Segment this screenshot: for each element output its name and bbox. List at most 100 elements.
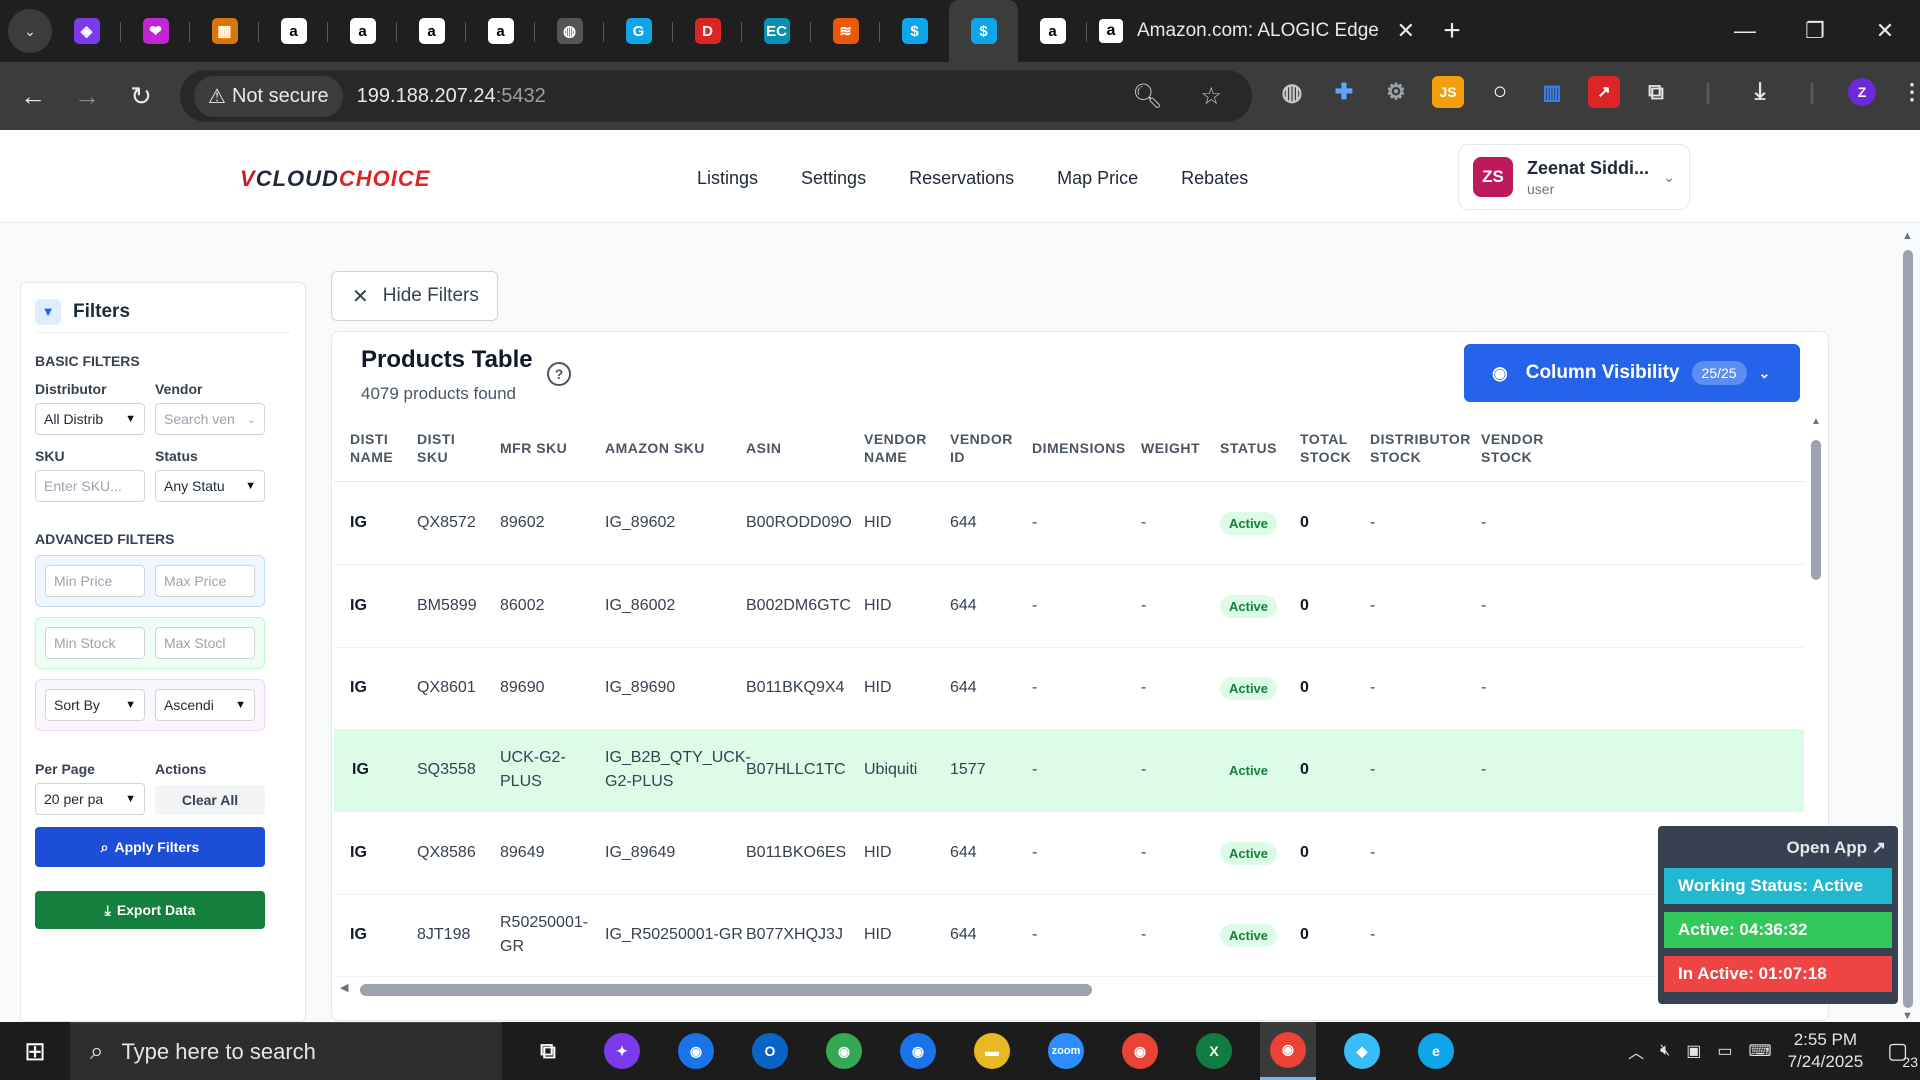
taskbar-app[interactable]: ◆ — [1334, 1022, 1390, 1080]
pinned-tab[interactable]: ▦ — [190, 0, 259, 62]
battery-icon[interactable]: ▭ — [1717, 1041, 1732, 1061]
column-header[interactable]: AMAZON SKU — [605, 439, 705, 457]
scroll-left-icon[interactable]: ◀ — [340, 981, 348, 994]
taskbar-clock[interactable]: 2:55 PM 7/24/2025 — [1788, 1029, 1864, 1073]
chevron-up-icon[interactable]: ︿ — [1628, 1039, 1644, 1063]
globe-extension-icon[interactable]: ◍ — [1276, 76, 1308, 108]
scrollbar-thumb[interactable] — [1903, 250, 1913, 1008]
page-scrollbar[interactable]: ▲ ▼ — [1898, 230, 1918, 1022]
column-header[interactable]: WEIGHT — [1141, 439, 1200, 457]
puzzle-plus-extension-icon[interactable]: ✚ — [1328, 76, 1360, 108]
column-header[interactable]: DISTI NAME — [350, 430, 393, 466]
arrow-extension-icon[interactable]: ↗ — [1588, 76, 1620, 108]
pinned-tab[interactable]: EC — [742, 0, 811, 62]
nav-settings[interactable]: Settings — [801, 168, 866, 189]
restore-icon[interactable]: ❐ — [1780, 0, 1850, 62]
column-header[interactable]: TOTAL STOCK — [1300, 430, 1351, 466]
taskbar-app[interactable]: X — [1186, 1022, 1242, 1080]
pinned-tab[interactable]: ≋ — [811, 0, 880, 62]
max-stock-input[interactable]: Max Stocl — [155, 627, 255, 659]
column-header[interactable]: STATUS — [1220, 439, 1277, 457]
open-app-link[interactable]: Open App ↗ — [1664, 832, 1892, 862]
sort-order-select[interactable]: Ascendi ▼ — [155, 689, 255, 721]
taskbar-search[interactable]: ⌕ Type here to search — [70, 1022, 502, 1080]
table-row[interactable]: IG QX8586 89649 IG_89649 B011BKO6ES HID 644 - - A… — [334, 812, 1804, 895]
pinned-tab[interactable]: $ — [880, 0, 949, 62]
pinned-tab[interactable]: a — [397, 0, 466, 62]
reload-icon[interactable]: ↻ — [114, 81, 168, 112]
column-header[interactable]: MFR SKU — [500, 439, 567, 457]
scrollbar-thumb[interactable] — [360, 984, 1092, 996]
zoom-icon[interactable]: 🔍︎ — [1132, 82, 1162, 111]
clear-all-button[interactable]: Clear All — [155, 785, 265, 815]
max-price-input[interactable]: Max Price — [155, 565, 255, 597]
table-horizontal-scrollbar[interactable]: ◀ — [334, 981, 1804, 997]
taskbar-app[interactable]: ◉ — [1112, 1022, 1168, 1080]
taskbar-app[interactable]: ◉ — [890, 1022, 946, 1080]
min-stock-input[interactable]: Min Stock — [45, 627, 145, 659]
per-page-select[interactable]: 20 per pa ▼ — [35, 783, 145, 815]
table-row[interactable]: IG BM5899 86002 IG_86002 B002DM6GTC HID 644 - - A… — [334, 565, 1804, 648]
taskbar-app[interactable]: e — [1408, 1022, 1464, 1080]
pinned-tab[interactable]: a — [466, 0, 535, 62]
bookmark-star-icon[interactable]: ☆ — [1200, 82, 1222, 111]
column-visibility-button[interactable]: ◉ Column Visibility 25/25 ⌄ — [1464, 344, 1800, 402]
browser-menu-icon[interactable]: ⋮ — [1896, 76, 1920, 108]
extensions-puzzle-icon[interactable]: ⧉ — [1640, 76, 1672, 108]
active-tab[interactable]: a Amazon.com: ALOGIC Edge 21.5 ✕ — [1087, 0, 1427, 62]
scroll-up-icon[interactable]: ▲ — [1902, 230, 1913, 242]
profile-avatar[interactable]: Z — [1848, 78, 1876, 106]
nav-rebates[interactable]: Rebates — [1181, 168, 1248, 189]
column-header[interactable]: DISTRIBUTOR STOCK — [1370, 430, 1471, 466]
scroll-down-icon[interactable]: ▼ — [1902, 1010, 1913, 1022]
pinned-tab[interactable]: ❤ — [121, 0, 190, 62]
column-header[interactable]: VENDOR STOCK — [1481, 430, 1544, 466]
pinned-tab[interactable]: ◈ — [52, 0, 121, 62]
windows-start-icon[interactable]: ⊞ — [0, 1036, 70, 1067]
site-info-button[interactable]: ⚠ Not secure — [194, 75, 343, 117]
pinned-tab[interactable]: ◍ — [535, 0, 604, 62]
speaker-muted-icon[interactable]: 🔇︎ — [1660, 1042, 1670, 1060]
nav-map-price[interactable]: Map Price — [1057, 168, 1138, 189]
pinned-tab[interactable]: $ — [949, 0, 1018, 62]
column-header[interactable]: VENDOR ID — [950, 430, 1013, 466]
pinned-tab[interactable]: a — [328, 0, 397, 62]
table-row[interactable]: IG 8JT198 R50250001- GR IG_R50250001-GR B077X… — [334, 894, 1804, 977]
column-header[interactable]: DIMENSIONS — [1032, 439, 1126, 457]
pinned-tab[interactable]: G — [604, 0, 673, 62]
apply-filters-button[interactable]: ⌕ Apply Filters — [35, 827, 265, 867]
table-row[interactable]: IG QX8601 89690 IG_89690 B011BKQ9X4 HID 644 - - A… — [334, 647, 1804, 730]
taskbar-app[interactable]: ✦ — [594, 1022, 650, 1080]
chart-extension-icon[interactable]: ▥ — [1536, 76, 1568, 108]
scrollbar-thumb[interactable] — [1811, 440, 1821, 580]
column-header[interactable]: VENDOR NAME — [864, 430, 927, 466]
export-data-button[interactable]: ⤓ Export Data — [35, 891, 265, 929]
new-tab-button[interactable]: + — [1427, 14, 1477, 48]
forward-icon[interactable]: → — [60, 81, 114, 112]
tab-search-button[interactable]: ⌄ — [8, 9, 52, 53]
vcloudchoice-logo[interactable]: VCLOUDCHOICE — [240, 166, 430, 192]
minimize-icon[interactable]: — — [1710, 0, 1780, 62]
column-header[interactable]: ASIN — [746, 439, 781, 457]
address-bar[interactable]: ⚠ Not secure 199.188.207.24:5432 🔍︎ ☆ — [180, 70, 1252, 122]
table-row[interactable]: IG QX8572 89602 IG_89602 B00RODD09O HID 644 - - A… — [334, 482, 1804, 565]
user-menu[interactable]: ZS Zeenat Siddi... user ⌄ — [1458, 144, 1690, 210]
device-icon[interactable]: ▣ — [1686, 1041, 1701, 1061]
pinned-tab[interactable]: a — [1018, 0, 1087, 62]
hide-filters-button[interactable]: ✕ Hide Filters — [331, 271, 498, 321]
min-price-input[interactable]: Min Price — [45, 565, 145, 597]
download-icon[interactable]: ⤓ — [1744, 76, 1776, 108]
taskbar-app[interactable]: zoom — [1038, 1022, 1094, 1080]
js-extension-icon[interactable]: JS — [1432, 76, 1464, 108]
distributor-select[interactable]: All Distrib ▼ — [35, 403, 145, 435]
circle-extension-icon[interactable]: ○ — [1484, 76, 1516, 108]
status-select[interactable]: Any Statu ▼ — [155, 470, 265, 502]
nav-reservations[interactable]: Reservations — [909, 168, 1014, 189]
vendor-search-input[interactable]: Search ven ⌄ — [155, 403, 265, 435]
taskbar-app[interactable]: O — [742, 1022, 798, 1080]
column-header[interactable]: DISTI SKU — [417, 430, 455, 466]
taskbar-app[interactable]: ◉ — [1260, 1022, 1316, 1080]
pinned-tab[interactable]: D — [673, 0, 742, 62]
help-icon[interactable]: ? — [547, 362, 571, 386]
sku-input[interactable]: Enter SKU... — [35, 470, 145, 502]
